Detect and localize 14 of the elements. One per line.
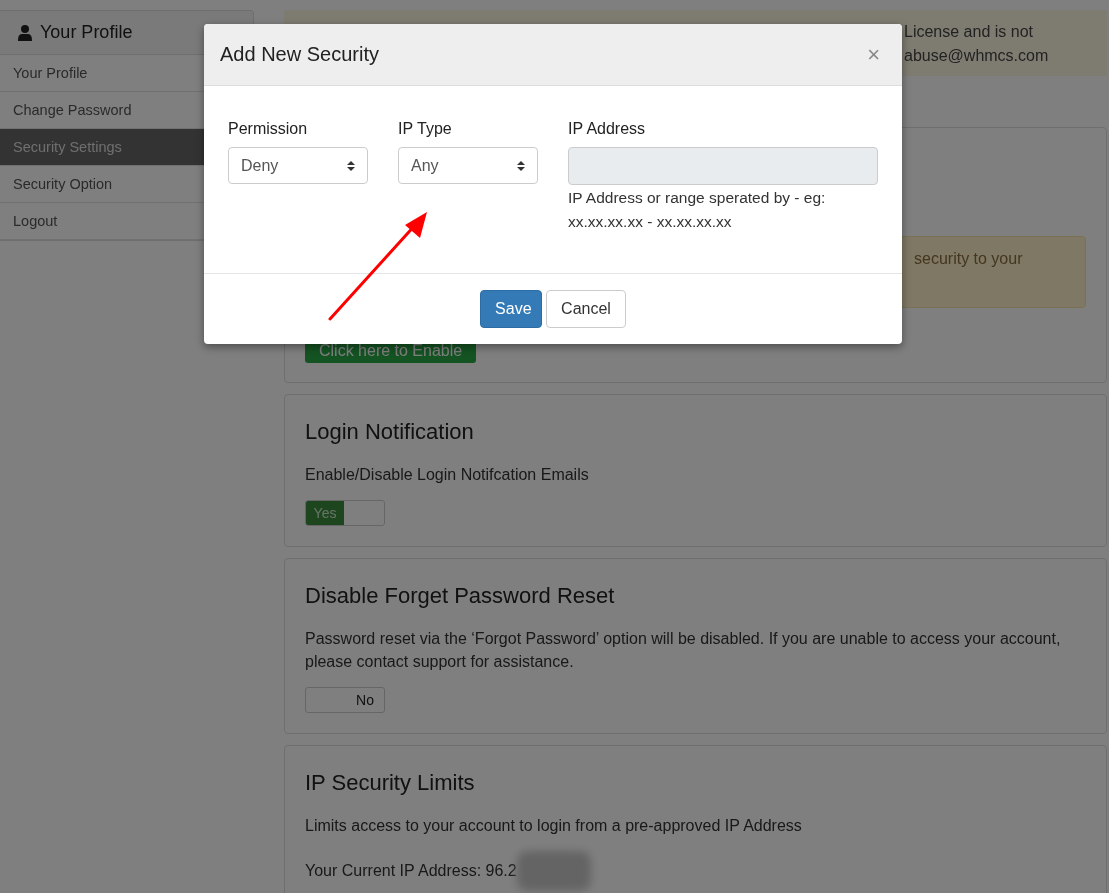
help-text: IP Address or range sperated by - eg: xx.xx.xx.xx - xx.xx.xx.xx — [568, 188, 827, 232]
banner-text: License and is not — [904, 22, 1034, 42]
card-description: Enable/Disable Login Notifcation Emails — [305, 465, 590, 485]
card-description: Password reset via the ‘Forgot Password’ option will be disabled. If you are unable to access your account, please contact support for assistance. — [305, 629, 1062, 672]
ip-address-text: Your Current IP Address: 96.2 — [305, 862, 517, 880]
card-title: Disable Forget Password Reset — [305, 583, 616, 609]
card-title: Login Notification — [305, 419, 475, 445]
sidebar-title: Your Profile — [40, 22, 133, 43]
alert-text: security to your — [914, 250, 1023, 267]
field-label: IP Type — [398, 120, 453, 138]
card-description: Limits access to your account to login from a pre-approved IP Address — [305, 816, 803, 836]
banner-text: abuse@whmcs.com — [904, 46, 1050, 66]
card-title: IP Security Limits — [305, 770, 476, 796]
field-label: IP Address — [568, 120, 647, 138]
